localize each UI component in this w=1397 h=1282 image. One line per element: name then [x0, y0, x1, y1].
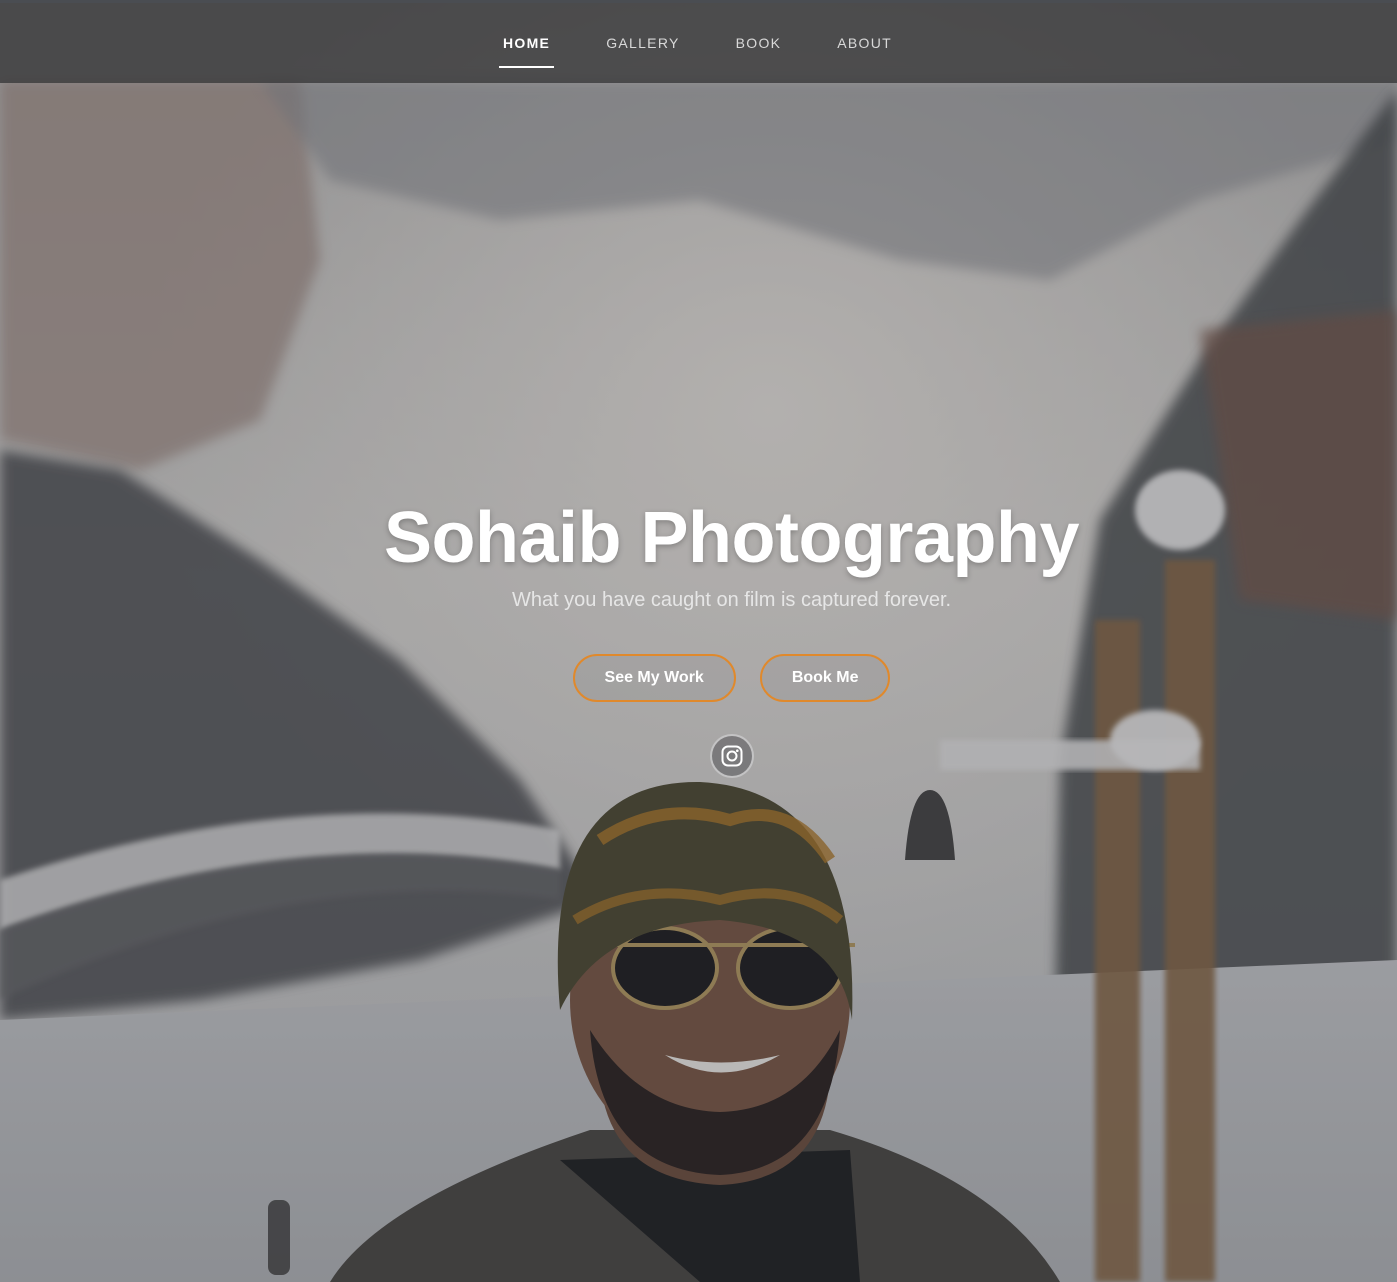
hero-subtitle: What you have caught on film is captured…: [511, 589, 952, 611]
nav-item-gallery[interactable]: GALLERY: [578, 36, 707, 50]
hero-buttons: See My Work Book Me: [33, 654, 1397, 702]
page: HOME GALLERY BOOK ABOUT Sohaib Photograp…: [0, 0, 1397, 1282]
book-me-button[interactable]: Book Me: [759, 654, 891, 702]
nav-item-home[interactable]: HOME: [475, 36, 578, 68]
top-navbar: HOME GALLERY BOOK ABOUT: [0, 0, 1397, 83]
instagram-link[interactable]: [709, 734, 754, 778]
hero-title: Sohaib Photography: [383, 498, 1080, 578]
nav-item-book[interactable]: BOOK: [708, 36, 810, 50]
nav-list: HOME GALLERY BOOK ABOUT: [475, 36, 920, 68]
hero-content: Sohaib Photography What you have caught …: [0, 495, 1397, 778]
see-my-work-button[interactable]: See My Work: [572, 654, 736, 702]
instagram-icon: [721, 745, 742, 767]
nav-item-about[interactable]: ABOUT: [809, 36, 920, 50]
